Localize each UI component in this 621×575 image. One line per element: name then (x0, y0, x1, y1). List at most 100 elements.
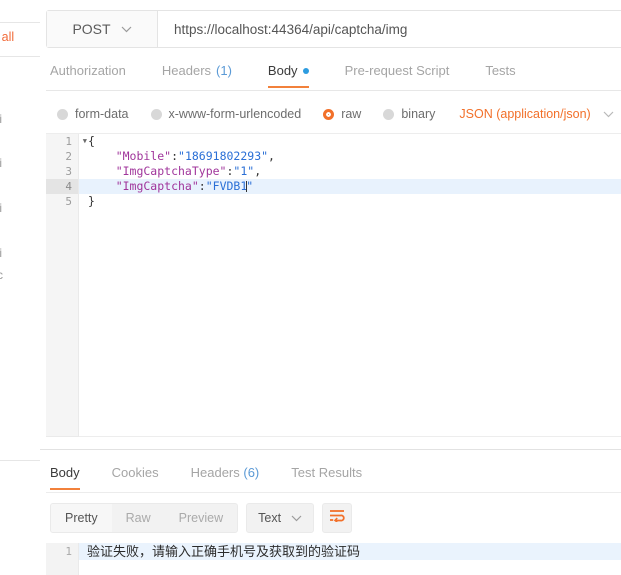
response-code-area: 验证失败，请输入正确手机号及获取到的验证码 (79, 543, 621, 575)
response-format-selector[interactable]: Text (246, 503, 315, 533)
tab-label: Headers (161, 63, 212, 78)
response-tab-cookies[interactable]: Cookies (112, 462, 159, 489)
tab-headers[interactable]: Headers (1) (162, 59, 232, 87)
code-token: { (88, 134, 95, 148)
sidebar-divider (0, 56, 40, 57)
editor-code-area[interactable]: { "Mobile":"18691802293", "ImgCaptchaTyp… (79, 134, 621, 436)
editor-gutter-footer (46, 422, 79, 437)
response-tab-body[interactable]: Body (50, 462, 80, 490)
code-token-value: " (246, 179, 254, 193)
code-token-value: "1" (233, 164, 255, 178)
view-mode-pretty[interactable]: Pretty (51, 504, 112, 532)
editor-gutter: 1 ▼ 2 3 4 5 (46, 134, 87, 436)
body-type-row: form-data x-www-form-urlencoded raw bina… (46, 100, 621, 128)
code-token: : (171, 149, 179, 163)
line-number: 5 (65, 195, 72, 208)
code-line: "ImgCaptchaType":"1", (79, 164, 621, 179)
tab-pre-request-script[interactable]: Pre-request Script (345, 59, 450, 87)
word-wrap-button[interactable] (322, 503, 353, 533)
chevron-down-icon (291, 515, 302, 522)
request-tabs: Authorization Headers (1) Body Pre-reque… (46, 59, 621, 91)
response-line: 验证失败，请输入正确手机号及获取到的验证码 (79, 543, 621, 560)
radio-label: x-www-form-urlencoded (168, 107, 302, 121)
radio-icon-selected (323, 108, 335, 120)
code-token: , (254, 164, 262, 178)
tab-label: Body (50, 465, 80, 480)
chevron-down-icon (603, 111, 614, 118)
radio-form-data[interactable]: form-data (57, 107, 129, 121)
content-type-label: JSON (application/json) (459, 107, 591, 121)
sidebar: r all /i /i /i /i c (0, 0, 41, 460)
tab-body[interactable]: Body (267, 59, 309, 88)
code-token: : (198, 179, 206, 193)
method-label: POST (72, 21, 111, 37)
response-toolbar: Pretty Raw Preview Text (50, 503, 353, 533)
response-tabs: Body Cookies Headers (6) Test Results (46, 462, 621, 493)
sidebar-history-item[interactable]: /i (0, 112, 2, 126)
view-mode-group: Pretty Raw Preview (50, 503, 239, 533)
body-modified-dot-icon (302, 67, 309, 74)
sidebar-history-item[interactable]: /i (0, 246, 2, 260)
line-number-active: 4 (46, 179, 78, 194)
response-gutter: 1 (46, 543, 79, 575)
radio-binary[interactable]: binary (383, 107, 435, 121)
radio-icon (57, 108, 68, 120)
response-headers-count: (6) (243, 465, 260, 480)
sidebar-bottom-divider (0, 460, 40, 461)
headers-count: (1) (216, 63, 232, 78)
code-token-key: "ImgCaptchaType" (88, 164, 227, 178)
line-number: 1 (65, 545, 72, 558)
sidebar-history-item[interactable]: /i (0, 201, 2, 215)
sidebar-divider (0, 22, 40, 23)
tab-authorization[interactable]: Authorization (50, 59, 126, 87)
tab-label: Test Results (291, 465, 363, 480)
method-selector[interactable]: POST (47, 11, 158, 47)
sidebar-empty-area (0, 313, 40, 460)
response-tab-test-results[interactable]: Test Results (291, 462, 362, 489)
tab-label: Tests (485, 63, 516, 78)
tab-tests[interactable]: Tests (485, 59, 515, 87)
response-tab-headers[interactable]: Headers (6) (191, 462, 260, 489)
code-token-key: "Mobile" (88, 149, 172, 163)
view-mode-raw[interactable]: Raw (112, 504, 165, 532)
radio-urlencoded[interactable]: x-www-form-urlencoded (150, 107, 302, 121)
response-body[interactable]: 1 验证失败，请输入正确手机号及获取到的验证码 (46, 543, 621, 575)
url-text: https://localhost:44364/api/captcha/img (174, 21, 408, 37)
view-mode-preview[interactable]: Preview (165, 504, 237, 532)
code-token-key: "ImgCaptcha" (88, 179, 199, 193)
line-number: 1 ▼ (46, 134, 87, 149)
code-token: , (268, 149, 275, 163)
code-token-value: "18691802293" (178, 149, 269, 163)
radio-label: raw (341, 107, 362, 121)
radio-icon (150, 108, 162, 120)
code-token-value: "FVDB1 (205, 179, 248, 193)
response-pane: Body Cookies Headers (6) Test Results Pr… (40, 450, 621, 575)
code-line: "Mobile":"18691802293", (79, 149, 621, 164)
radio-raw[interactable]: raw (323, 107, 361, 121)
code-line: { (79, 134, 621, 149)
url-bar: POST https://localhost:44364/api/captcha… (46, 10, 621, 48)
format-label: Text (258, 511, 282, 525)
tab-label: Pre-request Script (344, 63, 450, 78)
content-type-selector[interactable]: JSON (application/json) (459, 107, 614, 121)
tab-label: Authorization (50, 63, 126, 78)
postman-window: r all /i /i /i /i c POST https://localho… (0, 0, 621, 575)
line-number-text: 1 (65, 135, 72, 148)
radio-label: form-data (75, 107, 129, 121)
sidebar-history-item[interactable]: c (0, 268, 3, 282)
tab-label: Headers (190, 465, 240, 480)
tab-label: Body (267, 63, 298, 78)
url-input[interactable]: https://localhost:44364/api/captcha/img (158, 11, 621, 47)
sidebar-history-item[interactable]: /i (0, 156, 2, 170)
code-line: } (79, 194, 621, 209)
request-body-editor[interactable]: 1 ▼ 2 3 4 5 { "Mobile":"18691802293", "I… (46, 133, 621, 437)
sidebar-clear-all-link[interactable]: r all (0, 30, 14, 44)
line-number: 3 (65, 165, 72, 178)
tab-label: Cookies (111, 465, 159, 480)
radio-icon (383, 108, 395, 120)
word-wrap-icon (329, 509, 345, 527)
radio-label: binary (401, 107, 436, 121)
line-number: 2 (65, 150, 72, 163)
code-line-active: "ImgCaptcha":"FVDB1" (79, 179, 621, 194)
chevron-down-icon (121, 26, 132, 33)
